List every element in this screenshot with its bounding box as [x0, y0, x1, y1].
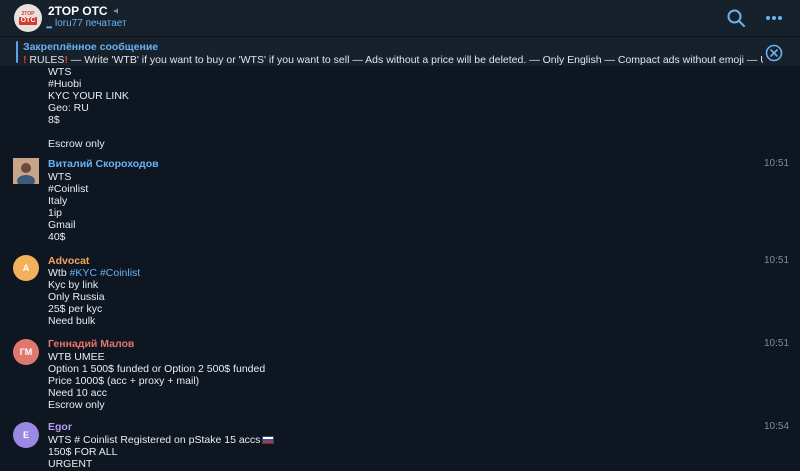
- chat-title-wrap[interactable]: 2TOP OTC: [48, 4, 121, 18]
- message-hashtag[interactable]: #Coinlist: [48, 183, 88, 195]
- message-author[interactable]: Геннадий Малов: [48, 338, 134, 350]
- pinned-bar: [16, 41, 18, 63]
- message-time: 10:51: [764, 158, 790, 169]
- message-line: Escrow only: [48, 399, 105, 411]
- message-time: 10:51: [764, 338, 790, 349]
- message-body: WTS # Coinlist Registered on pStake 15 a…: [48, 434, 275, 470]
- message-line: WTS: [48, 171, 72, 183]
- message-line-text: Wtb: [48, 267, 70, 279]
- message-time: 10:51: [764, 255, 790, 266]
- avatar[interactable]: A: [13, 255, 39, 281]
- message-line: KYC YOUR LINK: [48, 90, 129, 102]
- user-photo-icon: [13, 158, 39, 184]
- message-body: WTB UMEE Option 1 500$ funded or Option …: [48, 351, 265, 411]
- exclamation-icon: !: [23, 54, 27, 66]
- more-icon: [766, 16, 782, 20]
- message-line: WTB UMEE: [48, 351, 105, 363]
- message-author[interactable]: Advocat: [48, 255, 89, 267]
- typing-status: ••• loru77 печатает: [46, 18, 127, 32]
- message-body: Wtb #KYC #Coinlist Kyc by link Only Russ…: [48, 267, 140, 327]
- message-line: Gmail: [48, 219, 76, 231]
- message-line: 1ip: [48, 207, 63, 219]
- chat-title: 2TOP OTC: [48, 4, 108, 18]
- chat-avatar-bottom-text: OTC: [18, 17, 38, 25]
- typing-dots-icon: •••: [46, 23, 52, 32]
- message-author[interactable]: Виталий Скороходов: [48, 158, 159, 170]
- message-hashtags[interactable]: #KYC #Coinlist: [70, 267, 141, 279]
- message-line: Only Russia: [48, 291, 105, 303]
- pinned-rules-word: RULES: [29, 54, 65, 66]
- close-icon: [765, 44, 783, 62]
- message-list[interactable]: WTS #Huobi KYC YOUR LINK Geo: RU 8$ Escr…: [0, 66, 800, 471]
- avatar[interactable]: ГМ: [13, 339, 39, 365]
- pinned-close-button[interactable]: [765, 44, 783, 62]
- message-line: Escrow only: [48, 138, 105, 150]
- pinned-message[interactable]: Закреплённое сообщение ! RULES! — Write …: [0, 36, 800, 66]
- message-line: 25$ per kyc: [48, 303, 103, 315]
- avatar[interactable]: E: [13, 422, 39, 448]
- message-body: WTS #Huobi KYC YOUR LINK Geo: RU 8$ Escr…: [48, 66, 129, 150]
- message-body: WTS #Coinlist Italy 1ip Gmail 40$: [48, 171, 88, 243]
- message-line: Italy: [48, 195, 68, 207]
- message-line: Geo: RU: [48, 102, 89, 114]
- message-line: WTS: [48, 66, 72, 78]
- message-line: Price 1000$ (acc + proxy + mail): [48, 375, 200, 387]
- search-icon: [727, 9, 745, 27]
- russia-flag-icon: [262, 436, 275, 445]
- message-line: 8$: [48, 114, 60, 126]
- more-button[interactable]: [764, 8, 784, 28]
- chat-header: 2TOP OTC 2TOP OTC ••• loru77 печатает: [0, 0, 800, 36]
- typing-status-text: loru77 печатает: [55, 18, 127, 29]
- muted-icon: [113, 7, 121, 18]
- message-line: 150$ FOR ALL: [48, 446, 118, 458]
- message-line: Wtb #KYC #Coinlist: [48, 267, 140, 279]
- message-line: Need 10 acc: [48, 387, 107, 399]
- message-line: Option 1 500$ funded or Option 2 500$ fu…: [48, 363, 266, 375]
- avatar[interactable]: [13, 158, 39, 184]
- message-line: Need bulk: [48, 315, 96, 327]
- search-button[interactable]: [726, 8, 746, 28]
- message-line: URGENT: [48, 458, 93, 470]
- message-line: [48, 126, 129, 138]
- message-hashtag[interactable]: #Huobi: [48, 78, 129, 90]
- message-line-text: WTS # Coinlist Registered on pStake 15 a…: [48, 434, 261, 446]
- message-line: Kyc by link: [48, 279, 99, 291]
- message-author[interactable]: Egor: [48, 421, 72, 433]
- pinned-rules-text: — Write 'WTB' if you want to buy or 'WTS…: [67, 54, 763, 66]
- message-time: 10:54: [764, 421, 790, 432]
- chat-avatar[interactable]: 2TOP OTC: [14, 4, 42, 32]
- message-line: WTS # Coinlist Registered on pStake 15 a…: [48, 434, 275, 446]
- message-line: 40$: [48, 231, 66, 243]
- pinned-text: ! RULES! — Write 'WTB' if you want to bu…: [23, 54, 763, 66]
- pinned-label: Закреплённое сообщение: [23, 41, 159, 53]
